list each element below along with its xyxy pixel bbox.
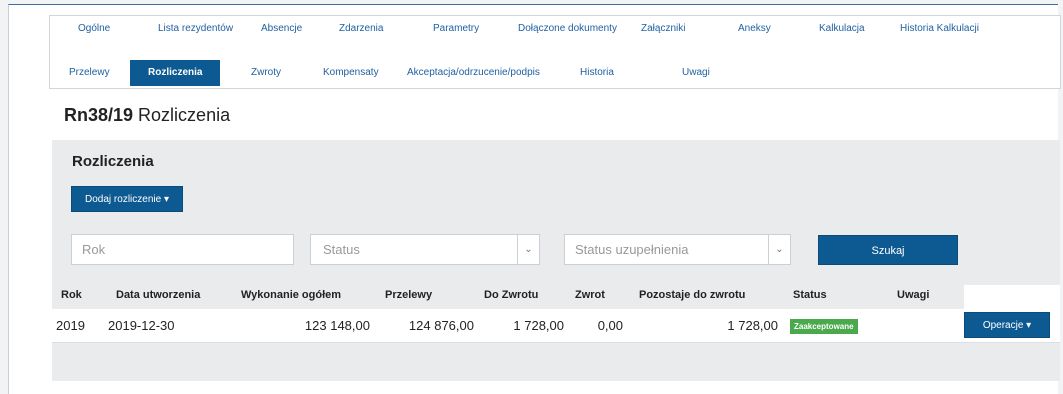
status-badge: Zaakceptowane	[790, 319, 858, 334]
tab-aneksy[interactable]: Aneksy	[732, 16, 777, 42]
title-code: Rn38/19	[64, 105, 134, 125]
add-settlement-button[interactable]: Dodaj rozliczenie ▾	[71, 186, 183, 212]
tab-historia[interactable]: Historia	[574, 60, 620, 86]
tab-lista-rezydentow[interactable]: Lista rezydentów	[152, 16, 239, 42]
settlements-panel: Rozliczenia Dodaj rozliczenie ▾ Rok Stat…	[52, 140, 1060, 285]
tab-historia-kalkulacji[interactable]: Historia Kalkulacji	[894, 16, 985, 42]
cell-zwrot: 0,00	[597, 318, 623, 333]
tab-kalkulacja[interactable]: Kalkulacja	[813, 16, 871, 42]
tab-uwagi[interactable]: Uwagi	[676, 60, 716, 86]
title-text: Rozliczenia	[133, 105, 231, 125]
tab-parametry[interactable]: Parametry	[427, 16, 485, 42]
tab-zwroty[interactable]: Zwroty	[245, 60, 287, 86]
status-select[interactable]: Status ⌄	[310, 234, 540, 265]
tab-absencje[interactable]: Absencje	[255, 16, 308, 42]
col-status: Status	[793, 289, 827, 301]
rok-input[interactable]: Rok	[71, 234, 294, 265]
tab-zdarzenia[interactable]: Zdarzenia	[333, 16, 389, 42]
chevron-down-icon: ⌄	[768, 235, 790, 264]
status-uzupelnienia-select[interactable]: Status uzupełnienia ⌄	[564, 234, 791, 265]
tab-navigation: Ogólne Lista rezydentów Absencje Zdarzen…	[49, 15, 1061, 89]
col-zwrot: Zwrot	[575, 289, 605, 301]
tab-akceptacja[interactable]: Akceptacja/odrzucenie/podpis	[401, 60, 546, 86]
tab-kompensaty[interactable]: Kompensaty	[317, 60, 385, 86]
cell-wykonanie: 123 148,00	[304, 318, 370, 333]
col-przelewy: Przelewy	[385, 289, 433, 301]
cell-rok: 2019	[56, 318, 85, 333]
search-button[interactable]: Szukaj	[818, 235, 958, 265]
col-rok: Rok	[61, 289, 82, 301]
tab-rozliczenia[interactable]: Rozliczenia	[130, 60, 221, 86]
status-select-label: Status	[323, 242, 360, 257]
tab-ogolne[interactable]: Ogólne	[72, 16, 116, 42]
chevron-down-icon: ⌄	[517, 235, 539, 264]
cell-do-zwrotu: 1 728,00	[513, 318, 564, 333]
page-title: Rn38/19 Rozliczenia	[64, 105, 230, 126]
operations-button[interactable]: Operacje ▾	[964, 312, 1050, 338]
cell-pozostaje: 1 728,00	[727, 318, 778, 333]
col-uwagi: Uwagi	[897, 289, 930, 301]
col-pozostaje: Pozostaje do zwrotu	[639, 289, 746, 301]
col-data-utworzenia: Data utworzenia	[116, 289, 201, 301]
col-do-zwrotu: Do Zwrotu	[484, 289, 539, 301]
app-frame: Ogólne Lista rezydentów Absencje Zdarzen…	[8, 4, 1061, 394]
table-header: Rok Data utworzenia Wykonanie ogółem Prz…	[52, 285, 1060, 309]
cell-data: 2019-12-30	[108, 318, 175, 333]
header-spacer	[964, 285, 1060, 309]
panel-title: Rozliczenia	[72, 153, 154, 170]
status-uzupelnienia-label: Status uzupełnienia	[575, 242, 689, 257]
table-footer	[52, 343, 1060, 381]
table-row: 2019 2019-12-30 123 148,00 124 876,00 1 …	[52, 309, 1060, 343]
cell-przelewy: 124 876,00	[408, 318, 474, 333]
tab-dolaczone-dokumenty[interactable]: Dołączone dokumenty	[512, 16, 623, 42]
tab-zalaczniki[interactable]: Załączniki	[635, 16, 691, 42]
tab-przelewy[interactable]: Przelewy	[63, 60, 116, 86]
col-wykonanie: Wykonanie ogółem	[241, 289, 342, 301]
